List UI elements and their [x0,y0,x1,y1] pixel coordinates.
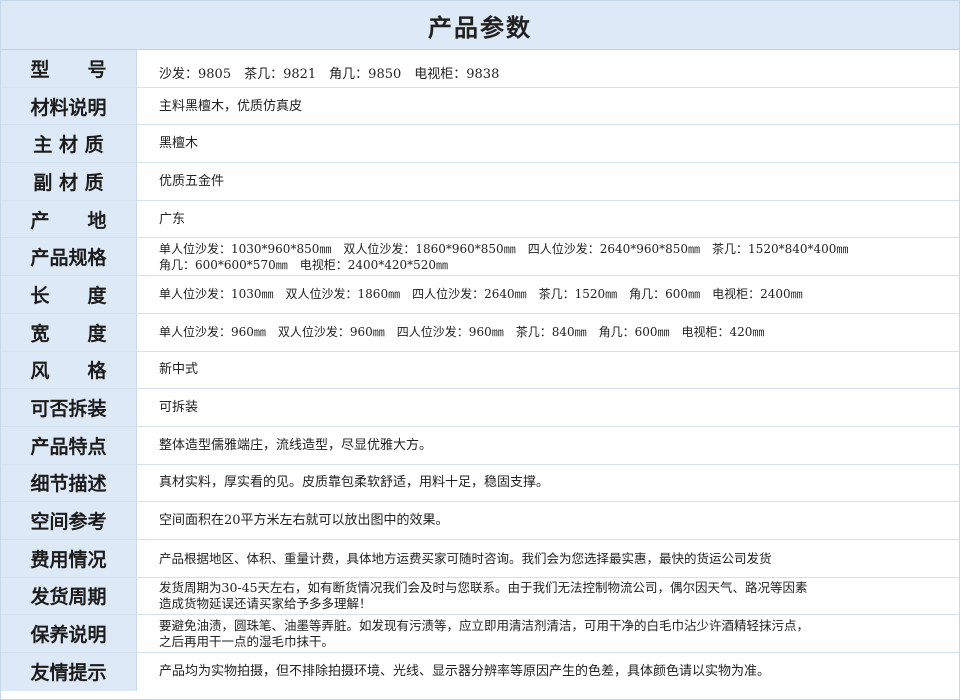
row-label: 发货周期 [1,577,137,615]
row-material-description: 材料说明 主料黑檀木，优质仿真皮 [1,87,959,126]
row-label: 产品规格 [1,238,137,276]
row-value: 要避免油渍，圆珠笔、油墨等弄脏。如发现有污渍等，应立即用清洁剂清洁，可用干净的白… [159,617,810,649]
row-label: 友情提示 [1,653,137,691]
row-style: 风 格 新中式 [1,351,959,390]
row-label: 副 材 质 [1,163,137,200]
row-label: 长 度 [1,276,137,313]
row-value: 真材实料，厚实看的见。皮质靠包柔软舒适，用料十足，稳固支撑。 [159,475,550,491]
row-value: 空间面积在20平方米左右就可以放出图中的效果。 [159,513,449,529]
row-specifications: 产品规格 单人位沙发：1030*960*850㎜ 双人位沙发：1860*960*… [1,238,959,277]
row-value: 产品均为实物拍摄，但不排除拍摄环境、光线、显示器分辨率等原因产生的色差，具体颜色… [159,664,771,680]
row-value: 单人位沙发：1030㎜ 双人位沙发：1860㎜ 四人位沙发：2640㎜ 茶几：1… [159,286,803,301]
product-parameters-table: 产品参数 型 号 沙发：9805 茶几：9821 角几：9850 电视柜：983… [0,0,960,700]
row-value: 优质五金件 [159,173,225,189]
row-label: 材料说明 [1,87,137,125]
row-label: 型 号 [1,50,137,87]
row-label: 产品特点 [1,426,137,464]
row-space-reference: 空间参考 空间面积在20平方米左右就可以放出图中的效果。 [1,502,959,540]
row-length: 长 度 单人位沙发：1030㎜ 双人位沙发：1860㎜ 四人位沙发：2640㎜ … [1,276,959,314]
row-label: 宽 度 [1,313,137,351]
table-title: 产品参数 [1,1,959,50]
row-details: 细节描述 真材实料，厚实看的见。皮质靠包柔软舒适，用料十足，稳固支撑。 [1,464,959,503]
row-value: 广东 [159,211,186,227]
row-shipping-cost: 费用情况 产品根据地区、体积、重量计费，具体地方运费买家可随时咨询。我们会为您选… [1,539,959,578]
row-label: 可否拆装 [1,389,137,426]
row-maintenance: 保养说明 要避免油渍，圆珠笔、油墨等弄脏。如发现有污渍等，应立即用清洁剂清洁，可… [1,615,959,653]
row-detachable: 可否拆装 可拆装 [1,389,959,427]
row-label: 主 材 质 [1,125,137,163]
row-model: 型 号 沙发：9805 茶几：9821 角几：9850 电视柜：9838 [1,50,959,88]
row-label: 费用情况 [1,539,137,577]
row-origin: 产 地 广东 [1,200,959,239]
row-value: 主料黑檀木，优质仿真皮 [159,98,303,114]
row-friendly-tip: 友情提示 产品均为实物拍摄，但不排除拍摄环境、光线、显示器分辨率等原因产生的色差… [1,653,959,691]
row-main-material: 主 材 质 黑檀木 [1,125,959,164]
row-width: 宽 度 单人位沙发：960㎜ 双人位沙发：960㎜ 四人位沙发：960㎜ 茶几：… [1,313,959,352]
row-value: 发货周期为30-45天左右，如有断货情况我们会及时与您联系。由于我们无法控制物流… [159,579,808,611]
row-label: 细节描述 [1,464,137,502]
row-value: 单人位沙发：1030*960*850㎜ 双人位沙发：1860*960*850㎜ … [159,241,849,272]
row-value: 沙发：9805 茶几：9821 角几：9850 电视柜：9838 [159,66,500,82]
row-value: 黑檀木 [159,136,199,152]
row-value: 新中式 [159,362,199,378]
row-label: 保养说明 [1,615,137,652]
row-label: 空间参考 [1,502,137,539]
row-label: 产 地 [1,200,137,238]
parameter-rows: 型 号 沙发：9805 茶几：9821 角几：9850 电视柜：9838 材料说… [1,50,959,691]
row-value: 单人位沙发：960㎜ 双人位沙发：960㎜ 四人位沙发：960㎜ 茶几：840㎜… [159,324,765,339]
row-secondary-material: 副 材 质 优质五金件 [1,163,959,201]
row-value: 整体造型儒雅端庄，流线造型，尽显优雅大方。 [159,437,433,453]
row-value: 可拆装 [159,400,199,416]
row-label: 风 格 [1,351,137,389]
row-features: 产品特点 整体造型儒雅端庄，流线造型，尽显优雅大方。 [1,426,959,465]
row-value: 产品根据地区、体积、重量计费，具体地方运费买家可随时咨询。我们会为您选择最实惠，… [159,550,772,566]
row-delivery-period: 发货周期 发货周期为30-45天左右，如有断货情况我们会及时与您联系。由于我们无… [1,577,959,616]
